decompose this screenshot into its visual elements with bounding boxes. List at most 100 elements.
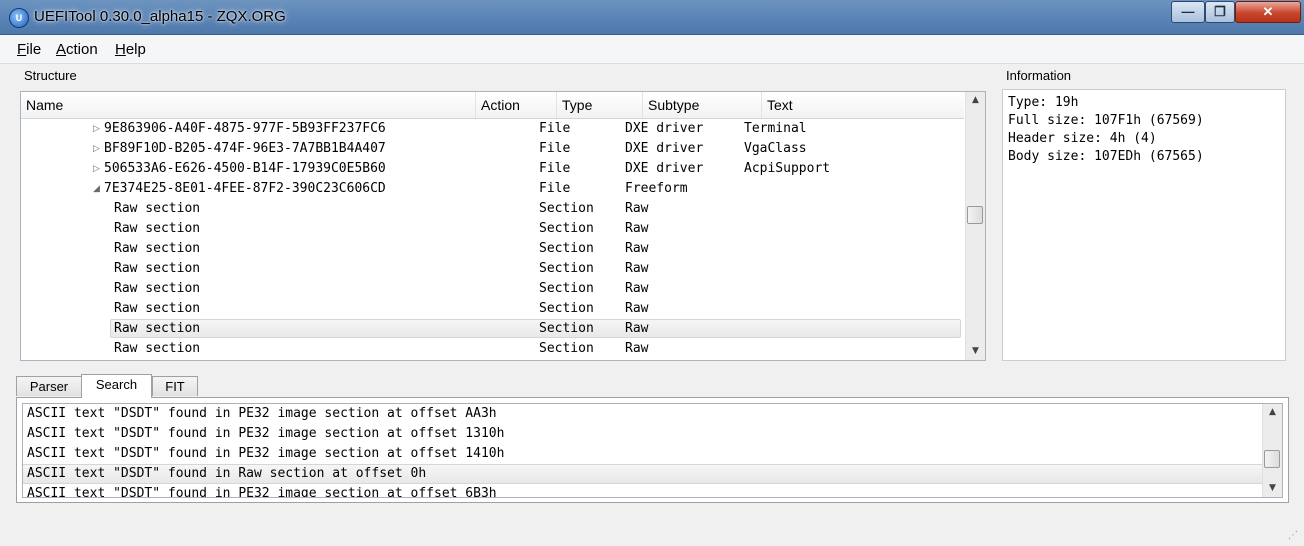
- tree-cell-subtype: Raw: [625, 281, 649, 296]
- tree-cell-subtype: Raw: [625, 341, 649, 356]
- tree-cell-name: 9E863906-A40F-4875-977F-5B93FF237FC6: [104, 121, 386, 136]
- tree-cell-name: Raw section: [114, 241, 201, 256]
- tree-cell-name: 506533A6-E626-4500-B14F-17939C0E5B60: [104, 161, 386, 176]
- tab-search[interactable]: Search: [81, 374, 152, 398]
- expand-arrow-icon[interactable]: ▷: [93, 159, 100, 179]
- tree-cell-type: Section: [539, 341, 594, 356]
- search-result-text: ASCII text "DSDT" found in Raw section a…: [27, 466, 427, 481]
- info-line: Body size: 107EDh (67565): [1008, 149, 1204, 164]
- search-result-text: ASCII text "DSDT" found in PE32 image se…: [27, 406, 497, 421]
- tree-cell-type: Section: [539, 241, 594, 256]
- selection-highlight: [110, 319, 961, 338]
- tree-cell-type: Section: [539, 321, 594, 336]
- info-line: Type: 19h: [1008, 95, 1079, 110]
- tree-row[interactable]: Raw section Section Raw: [21, 319, 964, 339]
- title-bar[interactable]: U UEFITool 0.30.0_alpha15 - ZQX.ORG — ❐ …: [0, 0, 1304, 35]
- column-header-type[interactable]: Type: [557, 92, 643, 118]
- tree-row[interactable]: Raw section Section Raw: [21, 259, 964, 279]
- window-title: UEFITool 0.30.0_alpha15 - ZQX.ORG: [34, 8, 286, 25]
- tree-cell-name: Raw section: [114, 261, 201, 276]
- search-result-row[interactable]: ASCII text "DSDT" found in Raw section a…: [23, 464, 1264, 484]
- tab-parser[interactable]: Parser: [16, 376, 82, 396]
- close-button[interactable]: ✕: [1235, 1, 1301, 23]
- tree-header: Name Action Type Subtype Text: [21, 92, 964, 119]
- maximize-button[interactable]: ❐: [1205, 1, 1235, 23]
- tree-row[interactable]: Raw section Section Raw: [21, 279, 964, 299]
- scroll-up-icon[interactable]: ▲: [966, 92, 985, 109]
- tree-row[interactable]: ▷ 506533A6-E626-4500-B14F-17939C0E5B60 Fil…: [21, 159, 964, 179]
- tree-cell-subtype: Freeform: [625, 181, 688, 196]
- tree-cell-subtype: Raw: [625, 261, 649, 276]
- tree-cell-name: 7E374E25-8E01-4FEE-87F2-390C23C606CD: [104, 181, 386, 196]
- tree-cell-subtype: DXE driver: [625, 161, 704, 176]
- search-result-row[interactable]: ASCII text "DSDT" found in PE32 image se…: [23, 404, 1264, 424]
- tree-cell-name: Raw section: [114, 201, 201, 216]
- tree-cell-name: Raw section: [114, 221, 201, 236]
- tree-cell-text: AcpiSupport: [744, 161, 831, 176]
- tree-cell-type: File: [539, 161, 571, 176]
- search-result-row[interactable]: ASCII text "DSDT" found in PE32 image se…: [23, 444, 1264, 464]
- search-result-text: ASCII text "DSDT" found in PE32 image se…: [27, 486, 497, 498]
- tree-row[interactable]: Raw section Section Raw: [21, 299, 964, 319]
- scroll-up-icon[interactable]: ▲: [1263, 404, 1282, 421]
- column-header-name[interactable]: Name: [21, 92, 476, 118]
- tree-cell-name: BF89F10D-B205-474F-96E3-7A7BB1B4A407: [104, 141, 386, 156]
- tree-cell-type: File: [539, 181, 571, 196]
- tree-cell-type: Section: [539, 201, 594, 216]
- search-result-text: ASCII text "DSDT" found in PE32 image se…: [27, 426, 505, 441]
- menu-file[interactable]: File: [17, 41, 41, 58]
- search-tab-pane: ASCII text "DSDT" found in PE32 image se…: [16, 397, 1289, 503]
- collapse-arrow-icon[interactable]: ◢: [93, 179, 100, 199]
- tree-row[interactable]: Raw section Section Raw: [21, 219, 964, 239]
- tree-cell-subtype: DXE driver: [625, 141, 704, 156]
- menu-help[interactable]: Help: [115, 41, 146, 58]
- scroll-down-icon[interactable]: ▼: [1263, 480, 1282, 497]
- information-label: Information: [1006, 68, 1072, 83]
- column-header-action[interactable]: Action: [476, 92, 557, 118]
- search-results-list[interactable]: ASCII text "DSDT" found in PE32 image se…: [22, 403, 1283, 498]
- tree-cell-type: Section: [539, 281, 594, 296]
- resize-grip-icon[interactable]: ⋰: [1288, 530, 1300, 542]
- tree-row[interactable]: Raw section Section Raw: [21, 339, 964, 359]
- search-result-row[interactable]: ASCII text "DSDT" found in PE32 image se…: [23, 424, 1264, 444]
- scroll-thumb[interactable]: [1264, 449, 1280, 468]
- tree-cell-type: Section: [539, 221, 594, 236]
- tree-row[interactable]: ◢ 7E374E25-8E01-4FEE-87F2-390C23C606CD Fil…: [21, 179, 964, 199]
- tree-cell-subtype: Raw: [625, 301, 649, 316]
- tree-cell-name: Raw section: [114, 321, 201, 336]
- tree-body: ▷ 9E863906-A40F-4875-977F-5B93FF237FC6 Fil…: [21, 119, 964, 360]
- tree-cell-subtype: DXE driver: [625, 121, 704, 136]
- search-result-row[interactable]: ASCII text "DSDT" found in PE32 image se…: [23, 484, 1264, 498]
- scroll-down-icon[interactable]: ▼: [966, 343, 985, 360]
- scroll-thumb[interactable]: [967, 206, 983, 225]
- info-line: Full size: 107F1h (67569): [1008, 113, 1204, 128]
- tree-cell-text: Terminal: [744, 121, 807, 136]
- tree-cell-type: File: [539, 121, 571, 136]
- structure-scrollbar[interactable]: ▲ ▼: [965, 92, 985, 360]
- tree-cell-subtype: Raw: [625, 201, 649, 216]
- search-scrollbar[interactable]: ▲ ▼: [1262, 404, 1282, 497]
- tree-cell-subtype: Raw: [625, 321, 649, 336]
- expand-arrow-icon[interactable]: ▷: [93, 119, 100, 139]
- tree-cell-name: Raw section: [114, 341, 201, 356]
- tab-fit[interactable]: FIT: [152, 376, 198, 396]
- tree-row[interactable]: ▷ 9E863906-A40F-4875-977F-5B93FF237FC6 Fil…: [21, 119, 964, 139]
- information-panel[interactable]: Type: 19h Full size: 107F1h (67569) Header…: [1002, 89, 1286, 361]
- tree-row[interactable]: Raw section Section Raw: [21, 199, 964, 219]
- tree-cell-name: Raw section: [114, 301, 201, 316]
- menu-action[interactable]: Action: [56, 41, 98, 58]
- expand-arrow-icon[interactable]: ▷: [93, 139, 100, 159]
- structure-tree[interactable]: Name Action Type Subtype Text ▷ 9E863906-…: [20, 91, 986, 361]
- column-header-text[interactable]: Text: [762, 92, 964, 118]
- tree-cell-name: Raw section: [114, 281, 201, 296]
- tree-row[interactable]: Raw section Section Raw: [21, 239, 964, 259]
- app-logo-icon: U: [9, 8, 29, 28]
- info-line: Header size: 4h (4): [1008, 131, 1157, 146]
- search-result-text: ASCII text "DSDT" found in PE32 image se…: [27, 446, 505, 461]
- minimize-button[interactable]: —: [1171, 1, 1205, 23]
- menu-bar: File Action Help: [0, 35, 1304, 64]
- tree-row[interactable]: ▷ BF89F10D-B205-474F-96E3-7A7BB1B4A407 Fil…: [21, 139, 964, 159]
- column-header-subtype[interactable]: Subtype: [643, 92, 762, 118]
- tree-cell-type: Section: [539, 261, 594, 276]
- tree-cell-subtype: Raw: [625, 221, 649, 236]
